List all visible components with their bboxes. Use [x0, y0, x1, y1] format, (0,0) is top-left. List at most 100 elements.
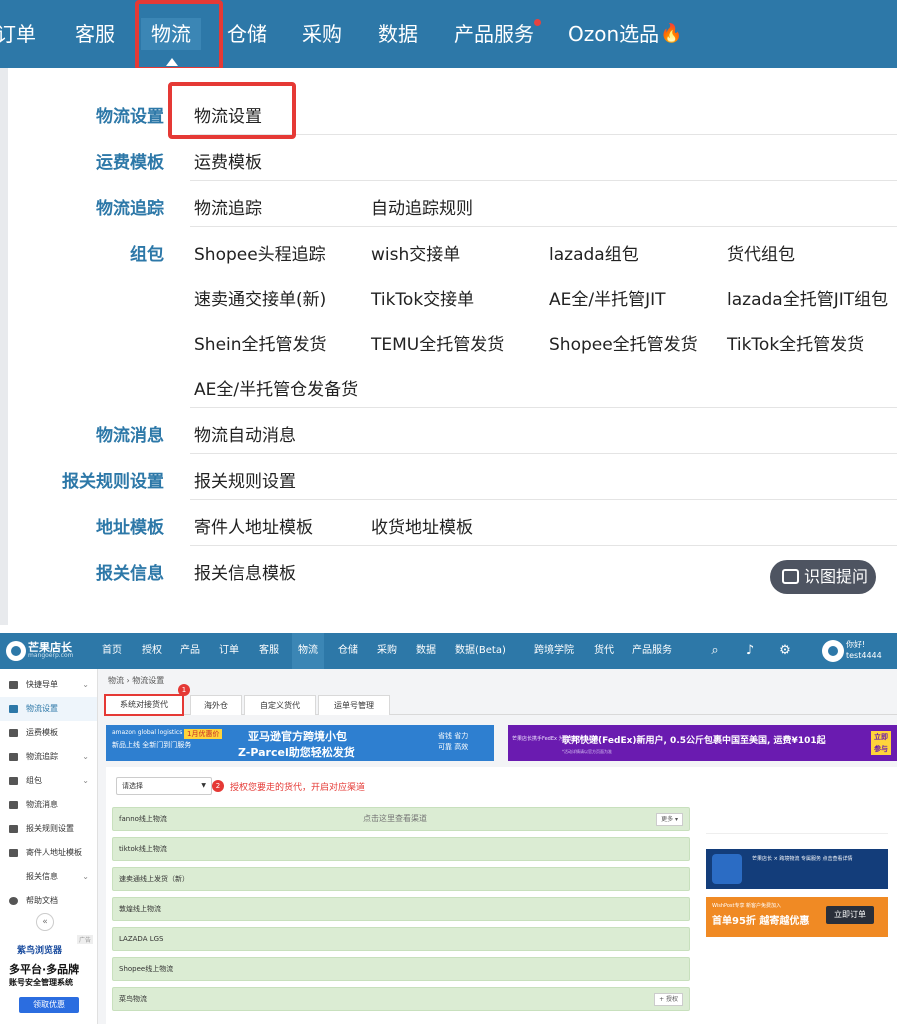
sidebar-item-tracking[interactable]: 物流追踪 ⌄: [0, 745, 97, 769]
menu-link-tiktok-handover[interactable]: TikTok交接单: [371, 285, 474, 310]
menu-link-auto-tracking-rules[interactable]: 自动追踪规则: [371, 194, 473, 219]
amazon-banner[interactable]: amazon global logistics 新品上线 全新门到门服务 1月优…: [106, 725, 494, 761]
truck-icon: [9, 777, 18, 785]
logo[interactable]: 芒果店长 mangoerp.com: [6, 639, 96, 663]
menu-link-sender-address[interactable]: 寄件人地址模板: [194, 513, 313, 538]
side-ad-logistics[interactable]: 芒果店长 × 跨境物流 专属服务 点击查看详情: [706, 849, 888, 889]
tab-overseas-warehouse[interactable]: 海外仓: [190, 695, 242, 715]
authorize-button[interactable]: + 授权: [654, 993, 683, 1006]
ad-logo-icon: [712, 854, 742, 884]
app-nav-product-service[interactable]: 产品服务: [632, 633, 672, 669]
avatar[interactable]: [822, 640, 844, 662]
forwarder-select[interactable]: 请选择 ▼: [116, 777, 212, 795]
menu-link-auto-message[interactable]: 物流自动消息: [194, 421, 296, 446]
nav-ozon[interactable]: Ozon选品: [568, 18, 659, 50]
menu-link-temu-ship[interactable]: TEMU全托管发货: [371, 330, 504, 355]
menu-label-logistics-message: 物流消息: [96, 426, 164, 446]
menu-divider: [190, 453, 897, 454]
ad-claim-button[interactable]: 领取优惠: [19, 997, 79, 1013]
channel-row-shopee[interactable]: Shopee线上物流: [112, 957, 690, 981]
image-icon: [782, 569, 799, 584]
bell-icon[interactable]: ♪: [743, 644, 757, 658]
image-question-button[interactable]: 识图提问: [770, 560, 876, 594]
menu-link-shopee-tracking[interactable]: Shopee头程追踪: [194, 240, 326, 265]
fedex-banner[interactable]: 芒果店长携手FedEx 为您节省大量费用! 联邦快递(FedEx)新用户, 0.…: [508, 725, 897, 761]
sidebar-item-logistics-message[interactable]: 物流消息: [0, 793, 97, 817]
app-nav-academy[interactable]: 跨境学院: [534, 633, 574, 669]
tab-custom-forwarder[interactable]: 自定义货代: [244, 695, 316, 715]
breadcrumb: 物流 › 物流设置: [108, 676, 165, 685]
app-nav-forwarder[interactable]: 货代: [594, 633, 614, 669]
menu-label-logistics-tracking: 物流追踪: [96, 199, 164, 219]
app-nav-purchase[interactable]: 采购: [377, 633, 397, 669]
nav-service[interactable]: 客服: [75, 18, 115, 50]
menu-link-wish-handover[interactable]: wish交接单: [371, 240, 460, 265]
channel-row-cainiao[interactable]: 菜鸟物流 + 授权: [112, 987, 690, 1011]
app-nav-auth[interactable]: 授权: [142, 633, 162, 669]
user-menu[interactable]: 你好! test4444: [846, 639, 882, 661]
collapse-sidebar-icon[interactable]: «: [36, 913, 54, 931]
app-nav-home[interactable]: 首页: [102, 633, 122, 669]
menu-link-tracking[interactable]: 物流追踪: [194, 194, 262, 219]
sidebar-item-sender-address[interactable]: 寄件人地址模板: [0, 841, 97, 865]
menu-label-customs-info: 报关信息: [96, 564, 164, 584]
app-nav-orders[interactable]: 订单: [219, 633, 239, 669]
gear-icon[interactable]: ⚙: [778, 644, 792, 658]
menu-link-customs-info-template[interactable]: 报关信息模板: [194, 559, 296, 584]
app-nav-data-beta[interactable]: 数据(Beta): [455, 633, 506, 669]
menu-divider: [190, 134, 897, 135]
app-nav-service[interactable]: 客服: [259, 633, 279, 669]
tab-waybill-management[interactable]: 运单号管理: [318, 695, 390, 715]
separator: [0, 625, 897, 633]
sidebar-item-quick-import[interactable]: 快捷导单 ⌄: [0, 673, 97, 697]
menu-link-lazada-jit[interactable]: lazada全托管JIT组包: [727, 285, 888, 310]
menu-link-ae-jit[interactable]: AE全/半托管JIT: [549, 285, 666, 310]
menu-link-receiver-address[interactable]: 收货地址模板: [371, 513, 473, 538]
nav-warehouse[interactable]: 仓储: [227, 18, 267, 50]
fire-icon: 🔥: [660, 23, 683, 44]
menu-link-tiktok-ship[interactable]: TikTok全托管发货: [727, 330, 864, 355]
sidebar-item-logistics-settings[interactable]: 物流设置: [0, 697, 97, 721]
search-icon[interactable]: ⌕: [708, 644, 722, 658]
menu-divider: [190, 407, 897, 408]
app-nav-warehouse[interactable]: 仓储: [338, 633, 358, 669]
app-nav-product[interactable]: 产品: [180, 633, 200, 669]
channel-row-fanno[interactable]: fanno线上物流 点击这里查看渠道 更多 ▾: [112, 807, 690, 831]
chevron-down-icon: ⌄: [82, 776, 89, 785]
app-nav-data[interactable]: 数据: [416, 633, 436, 669]
full-app-screenshot: 芒果店长 mangoerp.com 首页 授权 产品 订单 客服 物流 仓储 采…: [0, 633, 897, 1024]
channel-row-tiktok[interactable]: tiktok线上物流: [112, 837, 690, 861]
nav-product-service[interactable]: 产品服务: [454, 18, 534, 50]
fedex-cta-button[interactable]: 立即参与: [871, 731, 891, 755]
order-now-button[interactable]: 立即订单: [826, 906, 874, 924]
tab-bar: 系统对接货代 海外仓 自定义货代 运单号管理: [104, 694, 897, 716]
menu-link-lazada-package[interactable]: lazada组包: [549, 240, 639, 265]
sidebar-item-help[interactable]: 帮助文档: [0, 889, 97, 913]
sidebar-item-customs-rules[interactable]: 报关规则设置: [0, 817, 97, 841]
channel-row-lazada[interactable]: LAZADA LGS: [112, 927, 690, 951]
sidebar-item-customs-info[interactable]: 报关信息 ⌄: [0, 865, 97, 889]
truck-icon: [9, 705, 18, 713]
menu-link-aliexpress-handover[interactable]: 速卖通交接单(新): [194, 285, 326, 310]
sidebar-ad[interactable]: 广告 紫鸟浏览器 多平台·多品牌 账号安全管理系统 领取优惠: [5, 935, 93, 1017]
more-button[interactable]: 更多 ▾: [656, 813, 683, 826]
tab-system-forwarder[interactable]: 系统对接货代: [104, 694, 184, 716]
nav-purchase[interactable]: 采购: [302, 18, 342, 50]
menu-label-packaging: 组包: [130, 245, 164, 265]
nav-data[interactable]: 数据: [378, 18, 418, 50]
logistics-mega-menu: 物流设置 物流设置 运费模板 运费模板 物流追踪 物流追踪 自动追踪规则 组包 …: [8, 68, 897, 625]
menu-link-customs-rules[interactable]: 报关规则设置: [194, 467, 296, 492]
channel-row-aliexpress[interactable]: 速卖通线上发货（新）: [112, 867, 690, 891]
sidebar-item-freight-template[interactable]: 运费模板: [0, 721, 97, 745]
nav-orders[interactable]: 订单: [0, 18, 36, 50]
menu-link-shein-ship[interactable]: Shein全托管发货: [194, 330, 327, 355]
sidebar-item-packaging[interactable]: 组包 ⌄: [0, 769, 97, 793]
menu-link-shopee-ship[interactable]: Shopee全托管发货: [549, 330, 698, 355]
menu-link-freight-template[interactable]: 运费模板: [194, 148, 262, 173]
menu-link-forwarder-package[interactable]: 货代组包: [727, 240, 795, 265]
app-nav-logistics[interactable]: 物流: [292, 633, 324, 669]
help-icon: [9, 897, 18, 905]
side-ad-wishpost[interactable]: WishPost专享 新客户免费加入 首单95折 越寄越优惠 立即订单: [706, 897, 888, 937]
menu-link-ae-warehouse[interactable]: AE全/半托管仓发备货: [194, 375, 358, 400]
channel-row-dhgate[interactable]: 敦煌线上物流: [112, 897, 690, 921]
